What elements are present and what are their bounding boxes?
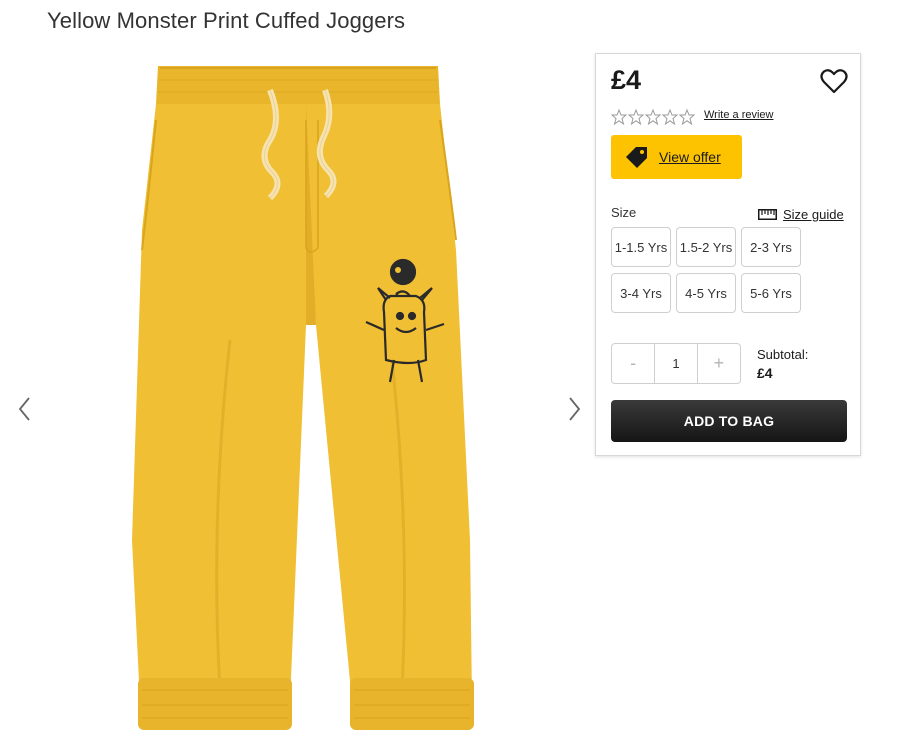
quantity-stepper: - 1 +: [611, 343, 741, 384]
chevron-left-icon: [18, 397, 30, 421]
product-gallery: [0, 50, 590, 742]
quantity-value[interactable]: 1: [654, 344, 698, 383]
size-option[interactable]: 3-4 Yrs: [611, 273, 671, 313]
gallery-prev-button[interactable]: [14, 395, 36, 423]
heart-icon: [820, 69, 848, 94]
view-offer-button[interactable]: View offer: [611, 135, 742, 179]
size-option[interactable]: 1.5-2 Yrs: [676, 227, 736, 267]
product-price: £4: [611, 65, 642, 95]
star-empty-icon: [628, 109, 644, 125]
gallery-next-button[interactable]: [563, 395, 585, 423]
star-empty-icon: [645, 109, 661, 125]
star-empty-icon: [679, 109, 695, 125]
tag-icon: [626, 147, 647, 168]
product-title: Yellow Monster Print Cuffed Joggers: [47, 8, 406, 33]
size-option[interactable]: 5-6 Yrs: [741, 273, 801, 313]
size-label: Size: [611, 205, 637, 220]
size-option[interactable]: 4-5 Yrs: [676, 273, 736, 313]
size-guide-link[interactable]: Size guide: [758, 207, 844, 222]
star-empty-icon: [611, 109, 627, 125]
write-review-link[interactable]: Write a review: [704, 109, 773, 121]
add-to-bag-button[interactable]: ADD TO BAG: [611, 400, 847, 442]
quantity-decrease-button[interactable]: -: [612, 344, 654, 383]
wishlist-button[interactable]: [820, 68, 848, 94]
chevron-right-icon: [569, 397, 581, 421]
quantity-increase-button[interactable]: +: [698, 344, 740, 383]
ruler-icon: [758, 209, 777, 220]
subtotal-value: £4: [757, 365, 773, 381]
subtotal-label: Subtotal:: [757, 347, 809, 362]
star-empty-icon: [662, 109, 678, 125]
size-guide-label: Size guide: [783, 207, 844, 222]
size-option[interactable]: 2-3 Yrs: [741, 227, 801, 267]
product-image: [132, 66, 474, 730]
purchase-panel: £4 Write a review View offer Size Size g…: [595, 53, 861, 456]
rating-stars: [611, 109, 695, 125]
subtotal: Subtotal: £4: [757, 347, 808, 381]
view-offer-label: View offer: [659, 149, 721, 165]
size-option[interactable]: 1-1.5 Yrs: [611, 227, 671, 267]
